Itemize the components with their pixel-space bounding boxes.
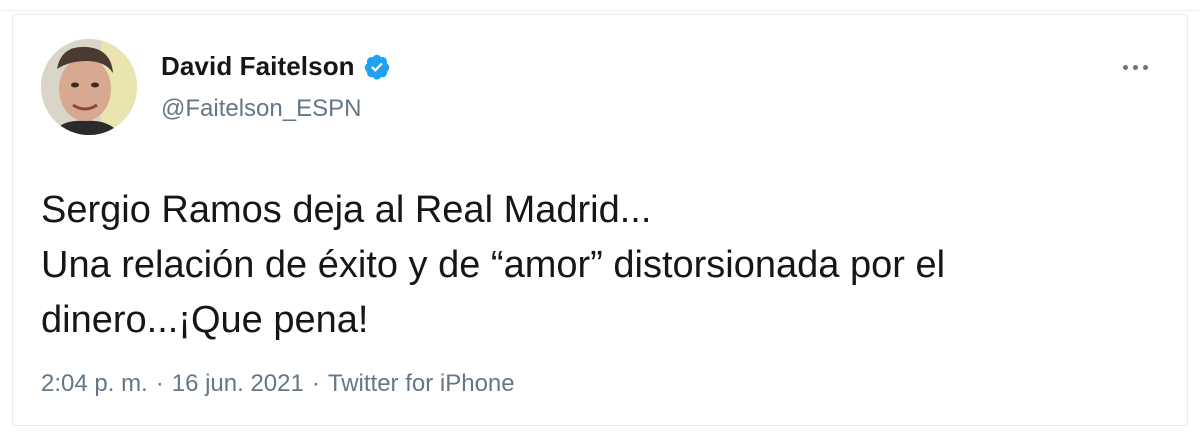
tweet-card: David Faitelson @Faitelson_ESPN Sergio R… — [12, 14, 1188, 426]
meta-separator: · — [155, 370, 164, 397]
tweet-date[interactable]: 16 jun. 2021 — [172, 370, 304, 398]
author-name-row: David Faitelson — [161, 51, 391, 82]
meta-separator: · — [311, 370, 320, 397]
page: David Faitelson @Faitelson_ESPN Sergio R… — [0, 0, 1200, 432]
verified-badge-icon — [363, 53, 391, 81]
tweet-meta: 2:04 p. m. · 16 jun. 2021 · Twitter for … — [41, 370, 515, 398]
tweet-text-line: Una relación de éxito y de “amor” distor… — [41, 244, 946, 286]
more-dot — [1142, 64, 1148, 70]
tweet-text: Sergio Ramos deja al Real Madrid... Una … — [41, 183, 1161, 348]
more-options-icon[interactable] — [1115, 55, 1155, 79]
tweet-text-line: dinero...¡Que pena! — [41, 299, 369, 341]
author-display-name[interactable]: David Faitelson — [161, 51, 355, 82]
tweet-time[interactable]: 2:04 p. m. — [41, 370, 148, 398]
more-dot — [1132, 64, 1138, 70]
tweet-source[interactable]: Twitter for iPhone — [328, 370, 515, 398]
avatar[interactable] — [41, 39, 137, 135]
author-handle[interactable]: @Faitelson_ESPN — [161, 95, 361, 123]
tweet-text-line: Sergio Ramos deja al Real Madrid... — [41, 189, 652, 231]
more-dot — [1122, 64, 1128, 70]
top-divider — [0, 0, 1200, 11]
